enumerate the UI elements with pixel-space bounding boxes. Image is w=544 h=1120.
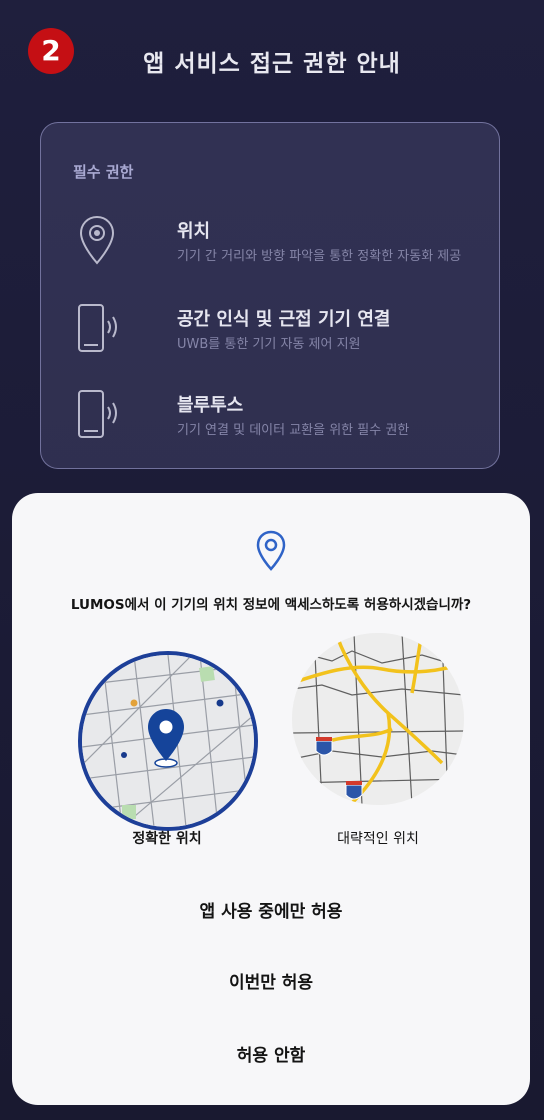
permission-item-bluetooth: 블루투스 기기 연결 및 데이터 교환을 위한 필수 권한 bbox=[75, 387, 495, 447]
approximate-map-image bbox=[292, 633, 464, 805]
phone-signal-icon bbox=[78, 390, 117, 438]
permission-name: 공간 인식 및 근접 기기 연결 bbox=[177, 309, 391, 330]
precise-location-option[interactable] bbox=[78, 651, 258, 831]
precise-map-image bbox=[82, 655, 254, 827]
permission-item-uwb: 공간 인식 및 근접 기기 연결 UWB를 통한 기기 자동 제어 지원 bbox=[75, 301, 495, 361]
permission-name: 위치 bbox=[177, 221, 211, 242]
permission-question: LUMOS에서 이 기기의 위치 정보에 액세스하도록 허용하시겠습니까? bbox=[70, 597, 472, 613]
location-pin-icon bbox=[79, 215, 115, 265]
permissions-card: 필수 권한 위치 기기 간 거리와 방향 파악을 통한 정확한 자동화 제공 공… bbox=[40, 122, 500, 469]
deny-button[interactable]: 허용 안함 bbox=[12, 1041, 530, 1066]
permission-name: 블루투스 bbox=[177, 395, 244, 416]
page-title: 앱 서비스 접근 권한 안내 bbox=[143, 51, 401, 77]
approximate-location-option[interactable] bbox=[292, 633, 464, 805]
permission-description: UWB를 통한 기기 자동 제어 지원 bbox=[177, 337, 361, 352]
allow-once-button[interactable]: 이번만 허용 bbox=[12, 968, 530, 993]
allow-while-using-button[interactable]: 앱 사용 중에만 허용 bbox=[12, 897, 530, 922]
permission-description: 기기 간 거리와 방향 파악을 통한 정확한 자동화 제공 bbox=[177, 249, 462, 264]
permissions-section-title: 필수 권한 bbox=[73, 163, 134, 181]
location-permission-dialog: LUMOS에서 이 기기의 위치 정보에 액세스하도록 허용하시겠습니까? 정확… bbox=[12, 493, 530, 1105]
permission-item-location: 위치 기기 간 거리와 방향 파악을 통한 정확한 자동화 제공 bbox=[75, 213, 495, 273]
phone-signal-icon bbox=[78, 304, 117, 352]
permission-description: 기기 연결 및 데이터 교환을 위한 필수 권한 bbox=[177, 423, 410, 438]
precise-location-label: 정확한 위치 bbox=[132, 831, 202, 847]
location-pin-icon bbox=[256, 530, 286, 571]
approximate-location-label: 대략적인 위치 bbox=[337, 831, 419, 847]
